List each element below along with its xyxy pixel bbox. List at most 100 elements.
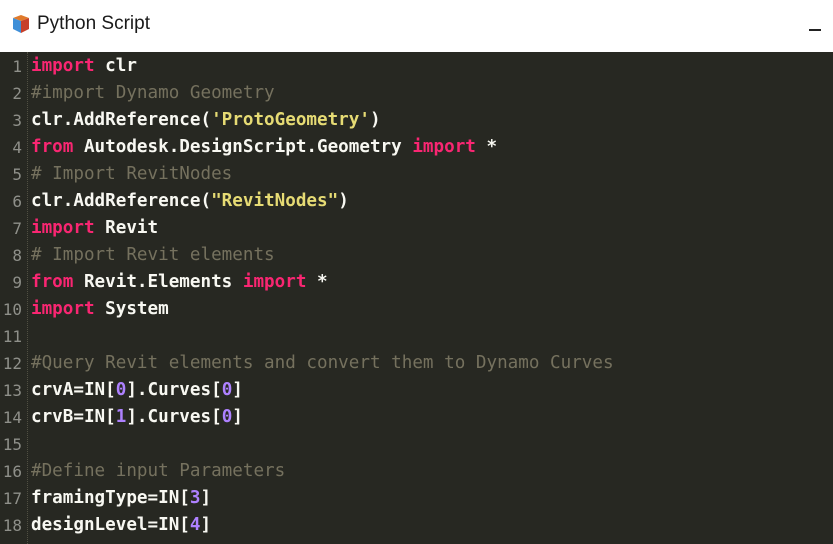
python-script-node-icon bbox=[13, 15, 29, 33]
comment-token: #Query Revit elements and convert them t… bbox=[31, 353, 614, 373]
title-bar[interactable]: Python Script bbox=[0, 0, 833, 52]
line-number-text: 16 bbox=[2, 462, 22, 481]
keyword-token: import bbox=[242, 272, 307, 292]
code-token: Revit bbox=[94, 218, 159, 238]
line-number-text: 14 bbox=[2, 408, 22, 427]
line-number: 18 bbox=[0, 512, 27, 539]
code-text: # Import Revit elements bbox=[31, 242, 275, 269]
code-token: ] bbox=[200, 515, 212, 535]
line-number-text: 10 bbox=[2, 300, 22, 319]
code-text: #Query Revit elements and convert them t… bbox=[31, 350, 614, 377]
comment-token: #import Dynamo Geometry bbox=[31, 83, 275, 103]
code-line[interactable]: 18 designLevel=IN[4] bbox=[0, 512, 833, 539]
line-number: 11 bbox=[0, 323, 27, 350]
code-token: ) bbox=[369, 110, 381, 130]
code-text: import Revit bbox=[31, 215, 158, 242]
line-number: 8 bbox=[0, 242, 27, 269]
line-number-text: 7 bbox=[12, 219, 22, 238]
line-number-text: 15 bbox=[2, 435, 22, 454]
code-token: framingType=IN[ bbox=[31, 488, 190, 508]
line-number-text: 4 bbox=[12, 138, 22, 157]
code-line[interactable]: 7 import Revit bbox=[0, 215, 833, 242]
python-script-window: Python Script 1 import clr 2 #import Dynamo… bbox=[0, 0, 833, 544]
code-text: # Import RevitNodes bbox=[31, 161, 232, 188]
number-token: 0 bbox=[221, 407, 233, 427]
keyword-token: import bbox=[31, 299, 95, 319]
line-number: 16 bbox=[0, 458, 27, 485]
code-token: Revit.Elements bbox=[73, 272, 243, 292]
string-token: 'ProtoGeometry' bbox=[211, 110, 370, 130]
line-number: 1 bbox=[0, 53, 27, 80]
code-text: designLevel=IN[4] bbox=[31, 512, 211, 539]
line-number: 12 bbox=[0, 350, 27, 377]
code-line[interactable]: 8 # Import Revit elements bbox=[0, 242, 833, 269]
line-number-text: 3 bbox=[12, 111, 22, 130]
code-line[interactable]: 6 clr.AddReference("RevitNodes") bbox=[0, 188, 833, 215]
keyword-token: from bbox=[31, 137, 74, 157]
code-token: clr bbox=[94, 56, 137, 76]
number-token: 0 bbox=[115, 380, 127, 400]
code-token: Autodesk.DesignScript.Geometry bbox=[73, 137, 413, 157]
code-line[interactable]: 16 #Define input Parameters bbox=[0, 458, 833, 485]
keyword-token: from bbox=[31, 272, 74, 292]
line-number: 9 bbox=[0, 269, 27, 296]
code-line[interactable]: 15 bbox=[0, 431, 833, 458]
code-text: crvA=IN[0].Curves[0] bbox=[31, 377, 243, 404]
code-text: clr.AddReference('ProtoGeometry') bbox=[31, 107, 381, 134]
code-text: crvB=IN[1].Curves[0] bbox=[31, 404, 243, 431]
code-token: ) bbox=[338, 191, 349, 211]
code-token: designLevel=IN[ bbox=[31, 515, 190, 535]
code-line[interactable]: 14 crvB=IN[1].Curves[0] bbox=[0, 404, 833, 431]
line-number: 13 bbox=[0, 377, 27, 404]
code-token: clr.AddReference( bbox=[31, 110, 212, 130]
code-line[interactable]: 5 # Import RevitNodes bbox=[0, 161, 833, 188]
code-line[interactable]: 3 clr.AddReference('ProtoGeometry') bbox=[0, 107, 833, 134]
code-token: crvB=IN[ bbox=[31, 407, 116, 427]
code-editor[interactable]: 1 import clr 2 #import Dynamo Geometry 3 clr.… bbox=[0, 52, 833, 544]
code-text: #Define input Parameters bbox=[31, 458, 285, 485]
code-line[interactable]: 4 from Autodesk.DesignScript.Geometry imp… bbox=[0, 134, 833, 161]
comment-token: # Import Revit elements bbox=[31, 245, 275, 265]
line-number-text: 13 bbox=[2, 381, 22, 400]
line-number-text: 1 bbox=[12, 57, 22, 76]
line-number: 5 bbox=[0, 161, 27, 188]
number-token: 1 bbox=[115, 407, 127, 427]
line-number-text: 17 bbox=[2, 489, 22, 508]
code-text: from Revit.Elements import * bbox=[31, 269, 328, 296]
line-number-text: 18 bbox=[2, 516, 22, 535]
line-number-text: 9 bbox=[12, 273, 22, 292]
code-token: crvA=IN[ bbox=[31, 380, 116, 400]
code-line[interactable]: 9 from Revit.Elements import * bbox=[0, 269, 833, 296]
line-number: 14 bbox=[0, 404, 27, 431]
code-line[interactable]: 10 import System bbox=[0, 296, 833, 323]
line-number: 15 bbox=[0, 431, 27, 458]
line-number-text: 2 bbox=[12, 84, 22, 103]
code-line[interactable]: 2 #import Dynamo Geometry bbox=[0, 80, 833, 107]
line-number-text: 8 bbox=[12, 246, 22, 265]
code-text: from Autodesk.DesignScript.Geometry impo… bbox=[31, 134, 497, 161]
number-token: 0 bbox=[221, 380, 233, 400]
code-text: import clr bbox=[31, 53, 137, 80]
code-token: ].Curves[ bbox=[126, 407, 222, 427]
line-number: 2 bbox=[0, 80, 27, 107]
code-line[interactable]: 12 #Query Revit elements and convert them… bbox=[0, 350, 833, 377]
code-token: clr.AddReference( bbox=[31, 191, 212, 211]
code-line[interactable]: 11 bbox=[0, 323, 833, 350]
minimize-button[interactable] bbox=[806, 12, 826, 36]
code-line[interactable]: 17 framingType=IN[3] bbox=[0, 485, 833, 512]
number-token: 3 bbox=[189, 488, 201, 508]
line-number-text: 6 bbox=[12, 192, 22, 211]
line-number: 10 bbox=[0, 296, 27, 323]
keyword-token: import bbox=[31, 218, 95, 238]
code-token: ] bbox=[232, 380, 243, 400]
line-number: 7 bbox=[0, 215, 27, 242]
code-token: * bbox=[475, 137, 498, 157]
line-number-text: 11 bbox=[2, 327, 22, 346]
code-token: ].Curves[ bbox=[126, 380, 222, 400]
code-text: framingType=IN[3] bbox=[31, 485, 211, 512]
line-number: 17 bbox=[0, 485, 27, 512]
code-token: System bbox=[94, 299, 169, 319]
code-line[interactable]: 13 crvA=IN[0].Curves[0] bbox=[0, 377, 833, 404]
code-line[interactable]: 1 import clr bbox=[0, 53, 833, 80]
code-token: * bbox=[306, 272, 328, 292]
